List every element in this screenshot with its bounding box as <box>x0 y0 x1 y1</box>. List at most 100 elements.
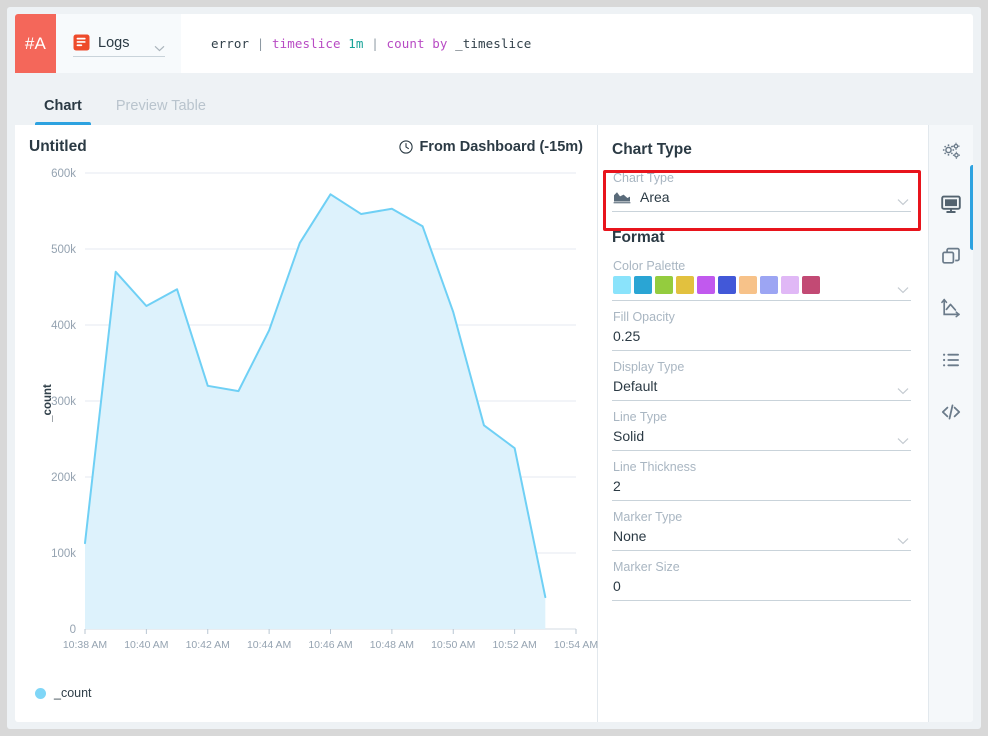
color-swatch-3[interactable] <box>676 276 694 294</box>
chart-title[interactable]: Untitled <box>29 138 87 156</box>
clock-icon <box>399 140 413 154</box>
chevron-down-icon <box>897 532 909 540</box>
chevron-down-icon <box>154 39 165 46</box>
source-type-dropdown[interactable]: Logs <box>56 14 181 73</box>
chevron-down-icon <box>897 281 909 289</box>
query-token: _timeslice <box>455 36 531 51</box>
chevron-down-icon <box>897 193 909 201</box>
x-axis-tick-label: 10:50 AM <box>431 639 475 651</box>
chart-time-range-label: From Dashboard (-15m) <box>419 139 583 155</box>
gears-settings-icon[interactable] <box>938 139 964 165</box>
chart-type-value: Area <box>640 189 897 205</box>
chart-type-dropdown[interactable]: Area <box>612 188 911 212</box>
x-axis-tick-label: 10:46 AM <box>308 639 352 651</box>
y-axis-tick-label: 400k <box>51 320 76 332</box>
chart-time-range[interactable]: From Dashboard (-15m) <box>399 139 583 155</box>
tab-chart[interactable]: Chart <box>27 98 99 125</box>
color-swatch-8[interactable] <box>781 276 799 294</box>
marker-size-field: Marker Size 0 <box>612 554 911 601</box>
format-section-heading: Format <box>612 229 911 247</box>
chart-type-field-label: Chart Type <box>612 165 911 188</box>
marker-type-value: None <box>613 528 897 544</box>
color-swatch-2[interactable] <box>655 276 673 294</box>
x-axis-tick-label: 10:38 AM <box>63 639 107 651</box>
monitor-display-icon[interactable] <box>938 191 964 217</box>
chart-header: Untitled From Dashboard (-15m) <box>15 125 597 156</box>
x-axis-tick-label: 10:40 AM <box>124 639 168 651</box>
fill-opacity-field: Fill Opacity 0.25 <box>612 304 911 351</box>
chart-legend: _count <box>35 686 92 700</box>
color-palette-swatches <box>613 276 897 294</box>
query-token: | <box>249 36 272 51</box>
marker-type-label: Marker Type <box>612 504 911 527</box>
code-icon[interactable] <box>938 399 964 425</box>
color-swatch-1[interactable] <box>634 276 652 294</box>
color-swatch-5[interactable] <box>718 276 736 294</box>
line-type-dropdown[interactable]: Solid <box>612 427 911 451</box>
color-swatch-0[interactable] <box>613 276 631 294</box>
main-panels: Untitled From Dashboard (-15m) 0 100k 200k… <box>15 125 973 722</box>
color-palette-field: Color Palette <box>612 253 911 301</box>
line-thickness-input[interactable]: 2 <box>612 477 911 501</box>
chevron-down-icon <box>897 432 909 440</box>
chart-type-section-heading: Chart Type <box>612 141 911 159</box>
area-chart-svg: 0100k200k300k400k500k600k_count10:38 AM1… <box>15 163 598 683</box>
display-type-value: Default <box>613 378 897 394</box>
marker-type-field: Marker Type None <box>612 504 911 551</box>
app-window: #A Logs er <box>7 7 981 729</box>
display-type-label: Display Type <box>612 354 911 377</box>
query-token: | <box>364 36 387 51</box>
chart-panel: Untitled From Dashboard (-15m) 0100k200k… <box>15 125 598 722</box>
layers-copy-icon[interactable] <box>938 243 964 269</box>
axes-chart-icon[interactable] <box>938 295 964 321</box>
x-axis-tick-label: 10:42 AM <box>186 639 230 651</box>
marker-size-value: 0 <box>613 578 909 594</box>
y-axis-tick-label: 300k <box>51 396 76 408</box>
line-type-field: Line Type Solid <box>612 404 911 451</box>
query-input[interactable]: error | timeslice 1m | count by _timesli… <box>181 14 973 73</box>
chart-plot-area[interactable]: 0100k200k300k400k500k600k_count10:38 AM1… <box>15 163 598 683</box>
color-swatch-7[interactable] <box>760 276 778 294</box>
fill-opacity-input[interactable]: 0.25 <box>612 327 911 351</box>
display-type-dropdown[interactable]: Default <box>612 377 911 401</box>
tab-preview-table[interactable]: Preview Table <box>99 98 223 125</box>
query-token: count by <box>386 36 455 51</box>
source-type-inner: Logs <box>73 34 165 57</box>
chevron-down-icon <box>897 382 909 390</box>
chart-type-field: Chart Type Area <box>612 165 911 212</box>
legend-color-dot <box>35 688 46 699</box>
query-token: error <box>211 36 249 51</box>
query-token: 1m <box>348 36 363 51</box>
color-swatch-9[interactable] <box>802 276 820 294</box>
x-axis-tick-label: 10:54 AM <box>554 639 598 651</box>
y-axis-tick-label: 500k <box>51 244 76 256</box>
x-axis-tick-label: 10:44 AM <box>247 639 291 651</box>
color-swatch-4[interactable] <box>697 276 715 294</box>
list-icon[interactable] <box>938 347 964 373</box>
line-thickness-value: 2 <box>613 478 909 494</box>
query-bar: #A Logs er <box>15 14 973 73</box>
marker-type-dropdown[interactable]: None <box>612 527 911 551</box>
legend-item-label[interactable]: _count <box>54 686 92 700</box>
fill-opacity-value: 0.25 <box>613 328 909 344</box>
y-axis-tick-label: 600k <box>51 168 76 180</box>
line-thickness-field: Line Thickness 2 <box>612 454 911 501</box>
source-type-label: Logs <box>98 35 146 51</box>
color-swatch-6[interactable] <box>739 276 757 294</box>
display-type-field: Display Type Default <box>612 354 911 401</box>
settings-panel: Chart Type Chart Type Area <box>598 125 928 722</box>
area-chart-icon <box>613 190 631 204</box>
marker-size-label: Marker Size <box>612 554 911 577</box>
color-palette-dropdown[interactable] <box>612 276 911 301</box>
area-fill <box>85 194 545 629</box>
marker-size-input[interactable]: 0 <box>612 577 911 601</box>
panel-scrollbar[interactable] <box>970 165 973 250</box>
y-axis-tick-label: 100k <box>51 548 76 560</box>
tab-strip: Chart Preview Table <box>15 73 973 125</box>
x-axis-tick-label: 10:48 AM <box>370 639 414 651</box>
query-token: timeslice <box>272 36 348 51</box>
y-axis-title: _count <box>42 384 54 423</box>
line-thickness-label: Line Thickness <box>612 454 911 477</box>
query-tab-badge[interactable]: #A <box>15 14 56 73</box>
y-axis-tick-label: 200k <box>51 472 76 484</box>
